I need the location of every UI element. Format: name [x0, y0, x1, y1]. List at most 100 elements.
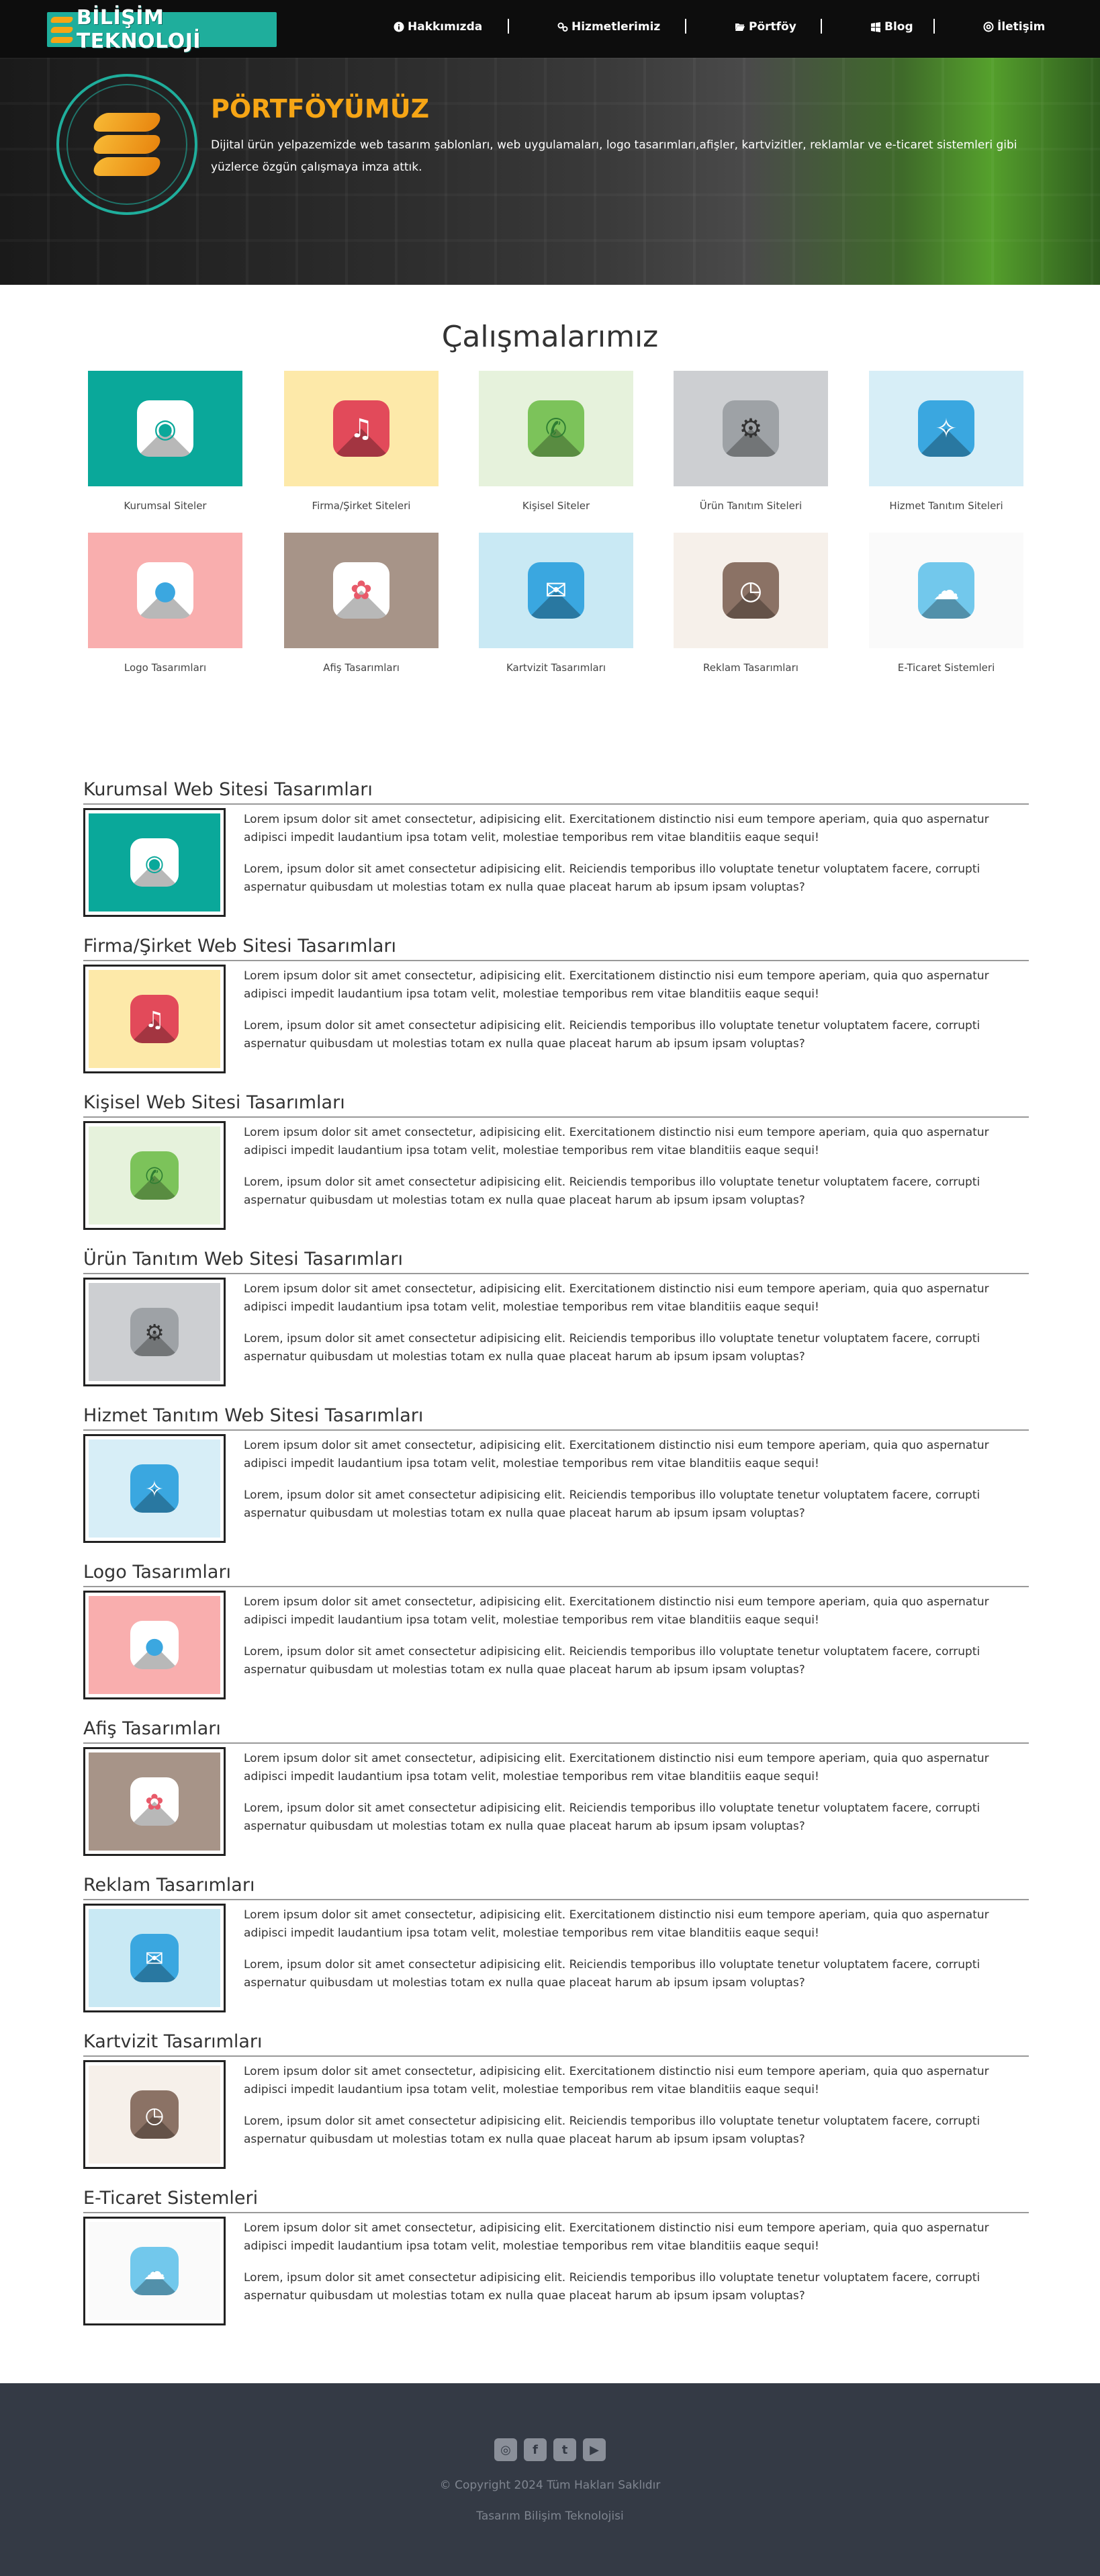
section-title: Kurumsal Web Sitesi Tasarımları: [83, 779, 1029, 805]
section-title: E-Ticaret Sistemleri: [83, 2188, 1029, 2213]
portfolio-section: Logo Tasarımları ● Lorem ipsum dolor sit a…: [83, 1562, 1029, 1709]
copyright-text: © Copyright 2024 Tüm Hakları Saklıdır: [439, 2479, 661, 2492]
nav-label: Hakkımızda: [408, 20, 483, 34]
youtube-icon[interactable]: ▶: [583, 2438, 606, 2461]
section-body: ☁ Lorem ipsum dolor sit amet consectetur,…: [83, 2217, 1029, 2335]
work-thumbnail: ✿: [284, 533, 439, 648]
clock-icon: ◷: [723, 562, 779, 619]
section-thumbnail[interactable]: ✧: [83, 1434, 226, 1543]
windows-icon: [871, 22, 880, 32]
music-note-icon: ♫: [333, 400, 389, 457]
work-label: Kişisel Siteler: [522, 500, 590, 512]
phone-icon: ✆: [528, 400, 584, 457]
hero-logo-badge: [56, 74, 197, 215]
section-title: Reklam Tasarımları: [83, 1875, 1029, 1900]
nav-link-portfoy[interactable]: Pörtföy: [735, 20, 796, 34]
work-label: Firma/Şirket Siteleri: [312, 500, 411, 512]
work-card[interactable]: ⚙ Ürün Tanıtım Siteleri: [674, 371, 828, 520]
works-heading: Çalışmalarımız: [441, 320, 659, 354]
portfolio-section: Firma/Şirket Web Sitesi Tasarımları ♫ Lore…: [83, 936, 1029, 1083]
section-body: ✧ Lorem ipsum dolor sit amet consectetur,…: [83, 1434, 1029, 1552]
compass-icon: ✧: [130, 1464, 179, 1513]
work-label: Reklam Tasarımları: [703, 662, 798, 674]
footer: ◎ f t ▶ © Copyright 2024 Tüm Hakları Sak…: [0, 2383, 1100, 2576]
social-links: ◎ f t ▶: [0, 2438, 1100, 2461]
section-paragraph: Lorem ipsum dolor sit amet consectetur, …: [244, 2221, 989, 2253]
nav-divider: [821, 19, 822, 34]
work-label: Kurumsal Siteler: [124, 500, 207, 512]
work-card[interactable]: ● Logo Tasarımları: [88, 533, 242, 682]
work-card[interactable]: ☁ E-Ticaret Sistemleri: [869, 533, 1023, 682]
work-card[interactable]: ◷ Reklam Tasarımları: [674, 533, 828, 682]
work-label: Hizmet Tanıtım Siteleri: [889, 500, 1003, 512]
work-label: Logo Tasarımları: [124, 662, 207, 674]
weather-icon: ☁: [130, 2247, 179, 2295]
section-paragraph: Lorem, ipsum dolor sit amet consectetur …: [244, 1958, 980, 1990]
clock-icon: ◷: [130, 2090, 179, 2139]
color-circles-icon: ●: [130, 1621, 179, 1669]
section-title: Kartvizit Tasarımları: [83, 2031, 1029, 2057]
section-thumbnail[interactable]: ✉: [83, 1904, 226, 2012]
section-body: ● Lorem ipsum dolor sit amet consectetur,…: [83, 1591, 1029, 1709]
nav-link-iletisim[interactable]: İletişim: [983, 20, 1045, 34]
section-thumbnail[interactable]: ☁: [83, 2217, 226, 2325]
work-card[interactable]: ♫ Firma/Şirket Siteleri: [284, 371, 439, 520]
portfolio-section: Reklam Tasarımları ✉ Lorem ipsum dolor sit…: [83, 1875, 1029, 2022]
section-title: Kişisel Web Sitesi Tasarımları: [83, 1092, 1029, 1118]
portfolio-section: Afiş Tasarımları ✿ Lorem ipsum dolor sit a…: [83, 1718, 1029, 1865]
section-thumbnail[interactable]: ✆: [83, 1121, 226, 1230]
section-paragraph: Lorem ipsum dolor sit amet consectetur, …: [244, 1439, 989, 1470]
brand-logo[interactable]: BİLİŞİM TEKNOLOJİ: [47, 6, 277, 53]
work-card[interactable]: ✆ Kişisel Siteler: [479, 371, 633, 520]
instagram-icon[interactable]: ◎: [494, 2438, 517, 2461]
top-navbar: BİLİŞİM TEKNOLOJİ Hakkımızda Hizmetlerim…: [0, 0, 1100, 58]
nav-link-hizmetlerimiz[interactable]: Hizmetlerimiz: [557, 20, 660, 34]
nav-link-blog[interactable]: Blog: [870, 20, 913, 34]
section-paragraph: Lorem, ipsum dolor sit amet consectetur …: [244, 2115, 980, 2146]
work-card[interactable]: ✧ Hizmet Tanıtım Siteleri: [869, 371, 1023, 520]
portfolio-section: E-Ticaret Sistemleri ☁ Lorem ipsum dolor s…: [83, 2188, 1029, 2335]
section-body: ♫ Lorem ipsum dolor sit amet consectetur,…: [83, 965, 1029, 1083]
info-circle-icon: [394, 21, 404, 32]
gears-icon: [557, 22, 568, 32]
section-body: ✿ Lorem ipsum dolor sit amet consectetur,…: [83, 1747, 1029, 1865]
work-thumbnail: ◷: [674, 533, 828, 648]
hero-title: PÖRTFÖYÜMÜZ: [211, 94, 430, 124]
section-thumbnail[interactable]: ◉: [83, 808, 226, 917]
section-paragraph: Lorem, ipsum dolor sit amet consectetur …: [244, 1489, 980, 1520]
section-body: ⚙ Lorem ipsum dolor sit amet consectetur,…: [83, 1278, 1029, 1396]
nav-link-hakkimizda[interactable]: Hakkımızda: [394, 20, 482, 34]
section-body: ✉ Lorem ipsum dolor sit amet consectetur,…: [83, 1904, 1029, 2022]
section-title: Ürün Tanıtım Web Sitesi Tasarımları: [83, 1249, 1029, 1274]
nav-divider: [685, 19, 686, 34]
work-card[interactable]: ◉ Kurumsal Siteler: [88, 371, 242, 520]
section-paragraph: Lorem ipsum dolor sit amet consectetur, …: [244, 813, 989, 844]
work-thumbnail: ⚙: [674, 371, 828, 486]
section-paragraph: Lorem, ipsum dolor sit amet consectetur …: [244, 1175, 980, 1207]
portfolio-section: Hizmet Tanıtım Web Sitesi Tasarımları ✧ Lo…: [83, 1405, 1029, 1552]
section-paragraph: Lorem, ipsum dolor sit amet consectetur …: [244, 1332, 980, 1364]
section-thumbnail[interactable]: ♫: [83, 965, 226, 1073]
music-note-icon: ♫: [130, 995, 179, 1043]
hero-banner: PÖRTFÖYÜMÜZ Dijital ürün yelpazemizde we…: [0, 58, 1100, 285]
work-card[interactable]: ✿ Afiş Tasarımları: [284, 533, 439, 682]
work-card[interactable]: ✉ Kartvizit Tasarımları: [479, 533, 633, 682]
portfolio-section: Kurumsal Web Sitesi Tasarımları ◉ Lorem ip…: [83, 779, 1029, 926]
camera-icon: ◉: [130, 838, 179, 887]
facebook-icon[interactable]: f: [524, 2438, 547, 2461]
section-body: ◉ Lorem ipsum dolor sit amet consectetur,…: [83, 808, 1029, 926]
envelope-icon: ✉: [130, 1934, 179, 1982]
work-thumbnail: ☁: [869, 533, 1023, 648]
section-thumbnail[interactable]: ✿: [83, 1747, 226, 1856]
at-icon: [983, 21, 994, 32]
work-label: E-Ticaret Sistemleri: [897, 662, 995, 674]
twitter-icon[interactable]: t: [553, 2438, 576, 2461]
work-label: Afiş Tasarımları: [323, 662, 400, 674]
section-thumbnail[interactable]: ⚙: [83, 1278, 226, 1386]
nav-label: Hizmetlerimiz: [571, 20, 661, 34]
section-thumbnail[interactable]: ◷: [83, 2060, 226, 2169]
section-thumbnail[interactable]: ●: [83, 1591, 226, 1699]
weather-icon: ☁: [918, 562, 974, 619]
section-paragraph: Lorem ipsum dolor sit amet consectetur, …: [244, 1595, 989, 1627]
envelope-icon: ✉: [528, 562, 584, 619]
